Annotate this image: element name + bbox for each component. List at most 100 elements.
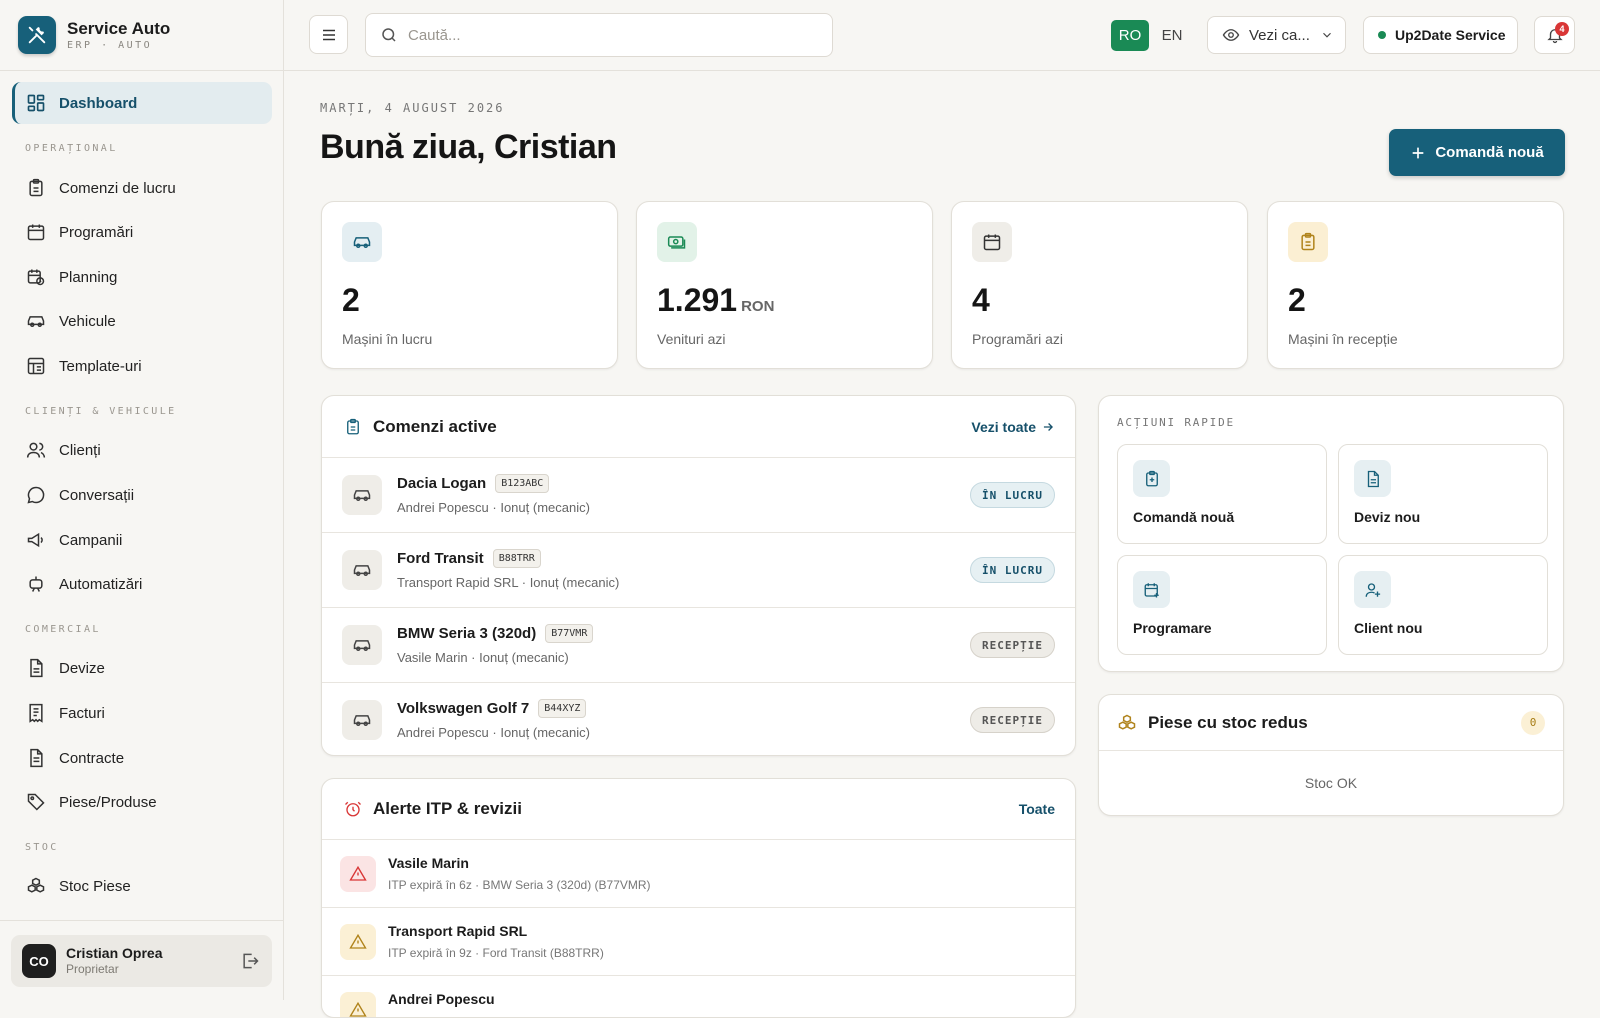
car-icon	[342, 475, 382, 515]
order-subtitle: Andrei Popescu · Ionuț (mecanic)	[397, 500, 590, 515]
receipt-icon	[29, 703, 43, 723]
brand[interactable]: Service Auto ERP · AUTO	[18, 16, 170, 54]
sidebar-item-label: Planning	[59, 268, 118, 286]
table-row[interactable]: Ford Transit B88TRR Transport Rapid SRL ·…	[322, 533, 1075, 608]
table-row[interactable]: Volkswagen Golf 7 B44XYZ Andrei Popescu ·…	[322, 683, 1075, 755]
search-input[interactable]	[408, 26, 808, 44]
list-item[interactable]: Transport Rapid SRL ITP expiră în 9z · F…	[322, 908, 1075, 976]
user-card[interactable]: CO Cristian Oprea Proprietar	[11, 935, 272, 987]
calendar-plus-icon	[1133, 571, 1170, 608]
sidebar-item-label: Piese/Produse	[59, 793, 157, 811]
stat-card-cars-in-work[interactable]: 2 Mașini în lucru	[321, 201, 618, 369]
sidebar-item-contracts[interactable]: Contracte	[12, 737, 272, 779]
order-subtitle: Andrei Popescu · Ionuț (mecanic)	[397, 725, 590, 740]
logout-icon[interactable]	[240, 951, 260, 971]
user-name: Cristian Oprea	[66, 945, 163, 961]
document-icon	[1354, 460, 1391, 497]
table-row[interactable]: Dacia Logan B123ABC Andrei Popescu · Ionu…	[322, 458, 1075, 533]
notifications-button[interactable]: 4	[1534, 16, 1575, 54]
alert-name: Andrei Popescu	[388, 991, 495, 1007]
money-icon	[657, 222, 697, 262]
view-all-label: Vezi toate	[971, 418, 1036, 435]
warning-icon	[340, 992, 376, 1017]
quick-action-new-order[interactable]: Comandă nouă	[1117, 444, 1327, 544]
car-icon	[342, 550, 382, 590]
megaphone-icon	[27, 532, 43, 548]
alarm-clock-icon	[345, 801, 361, 817]
status-badge: ÎN LUCRU	[970, 482, 1055, 508]
car-name: Volkswagen Golf 7	[397, 700, 530, 717]
panel-title: Alerte ITP & revizii	[373, 799, 522, 818]
divider	[0, 920, 284, 921]
topbar: RO EN Vezi ca... Up2Date Service 4	[284, 0, 1600, 71]
sidebar-item-templates[interactable]: Template-uri	[12, 345, 272, 387]
low-stock-panel: Piese cu stoc redus 0 Stoc OK	[1098, 694, 1564, 816]
stat-label: Venituri azi	[657, 331, 726, 347]
car-name: Dacia Logan	[397, 475, 487, 492]
view-as-select[interactable]: Vezi ca...	[1207, 16, 1346, 54]
view-as-label: Vezi ca...	[1249, 26, 1310, 44]
search-icon	[382, 28, 396, 42]
search-box[interactable]	[365, 13, 833, 57]
quick-action-new-quote[interactable]: Deviz nou	[1338, 444, 1548, 544]
org-switcher[interactable]: Up2Date Service	[1363, 16, 1518, 54]
sidebar-item-dashboard[interactable]: Dashboard	[12, 82, 272, 124]
sidebar-item-quotes[interactable]: Devize	[12, 647, 272, 689]
sidebar-item-stock-parts[interactable]: Stoc Piese	[12, 865, 272, 907]
quick-actions-panel: ACȚIUNI RAPIDE Comandă nouă Deviz nou Pr…	[1098, 395, 1564, 672]
sidebar-item-vehicles[interactable]: Vehicule	[12, 300, 272, 342]
car-name: BMW Seria 3 (320d)	[397, 625, 537, 642]
sidebar-item-parts[interactable]: Piese/Produse	[12, 781, 272, 823]
car-name: Ford Transit	[397, 550, 484, 567]
lang-ro-button[interactable]: RO	[1111, 20, 1149, 51]
boxes-icon	[27, 877, 45, 893]
clipboard-icon	[29, 178, 43, 197]
sidebar-item-label: Automatizări	[59, 575, 143, 593]
sidebar-item-automations[interactable]: Automatizări	[12, 563, 272, 605]
sidebar-item-label: Programări	[59, 223, 134, 241]
lang-en-button[interactable]: EN	[1157, 20, 1187, 51]
stat-card-cars-in-reception[interactable]: 2 Mașini în recepție	[1267, 201, 1564, 369]
stat-card-appointments-today[interactable]: 4 Programări azi	[951, 201, 1248, 369]
nav-section-operational: OPERAȚIONAL	[25, 143, 118, 154]
table-row[interactable]: BMW Seria 3 (320d) B77VMR Vasile Marin · …	[322, 608, 1075, 683]
menu-button[interactable]	[309, 15, 348, 54]
quick-action-new-client[interactable]: Client nou	[1338, 555, 1548, 655]
user-role: Proprietar	[66, 962, 119, 976]
view-all-alerts-link[interactable]: Toate	[1019, 801, 1055, 817]
dashboard-icon	[27, 94, 45, 112]
sidebar-item-appointments[interactable]: Programări	[12, 211, 272, 253]
view-all-link[interactable]: Vezi toate	[971, 419, 1055, 435]
org-name: Up2Date Service	[1395, 27, 1506, 43]
quick-action-appointment[interactable]: Programare	[1117, 555, 1327, 655]
template-icon	[27, 357, 45, 375]
sidebar-item-work-orders[interactable]: Comenzi de lucru	[12, 167, 272, 209]
sidebar-item-label: Conversații	[59, 486, 135, 504]
new-order-button[interactable]: Comandă nouă	[1389, 129, 1565, 176]
sidebar: Service Auto ERP · AUTO Dashboard OPERAȚ…	[0, 0, 284, 1000]
calendar-icon	[972, 222, 1012, 262]
sidebar-item-clients[interactable]: Clienți	[12, 429, 272, 471]
order-subtitle: Transport Rapid SRL · Ionuț (mecanic)	[397, 575, 620, 590]
sidebar-item-conversations[interactable]: Conversații	[12, 474, 272, 516]
nav-section-commercial: COMERCIAL	[25, 624, 101, 635]
car-icon	[27, 316, 45, 327]
quick-action-label: Programare	[1133, 620, 1212, 636]
sidebar-item-planning[interactable]: Planning	[12, 256, 272, 298]
stat-card-revenue-today[interactable]: 1.291 RON Venituri azi	[636, 201, 933, 369]
sidebar-item-label: Template-uri	[59, 357, 142, 375]
plate-badge: B123ABC	[495, 474, 550, 493]
clipboard-plus-icon	[1133, 460, 1170, 497]
chevron-down-icon	[1322, 32, 1331, 38]
list-item[interactable]: Vasile Marin ITP expiră în 6z · BMW Seri…	[322, 840, 1075, 908]
sidebar-item-campaigns[interactable]: Campanii	[12, 519, 272, 561]
list-item[interactable]: Andrei Popescu	[322, 976, 1075, 1017]
sidebar-item-invoices[interactable]: Facturi	[12, 692, 272, 734]
hamburger-icon	[322, 29, 335, 40]
sidebar-item-label: Contracte	[59, 749, 125, 767]
active-orders-panel: Comenzi active Vezi toate Dacia Logan B12…	[321, 395, 1076, 756]
panel-title: Piese cu stoc redus	[1148, 712, 1308, 732]
sidebar-item-label: Dashboard	[59, 94, 138, 112]
new-order-label: Comandă nouă	[1435, 144, 1544, 161]
nav-section-clients: CLIENȚI & VEHICULE	[25, 406, 177, 417]
